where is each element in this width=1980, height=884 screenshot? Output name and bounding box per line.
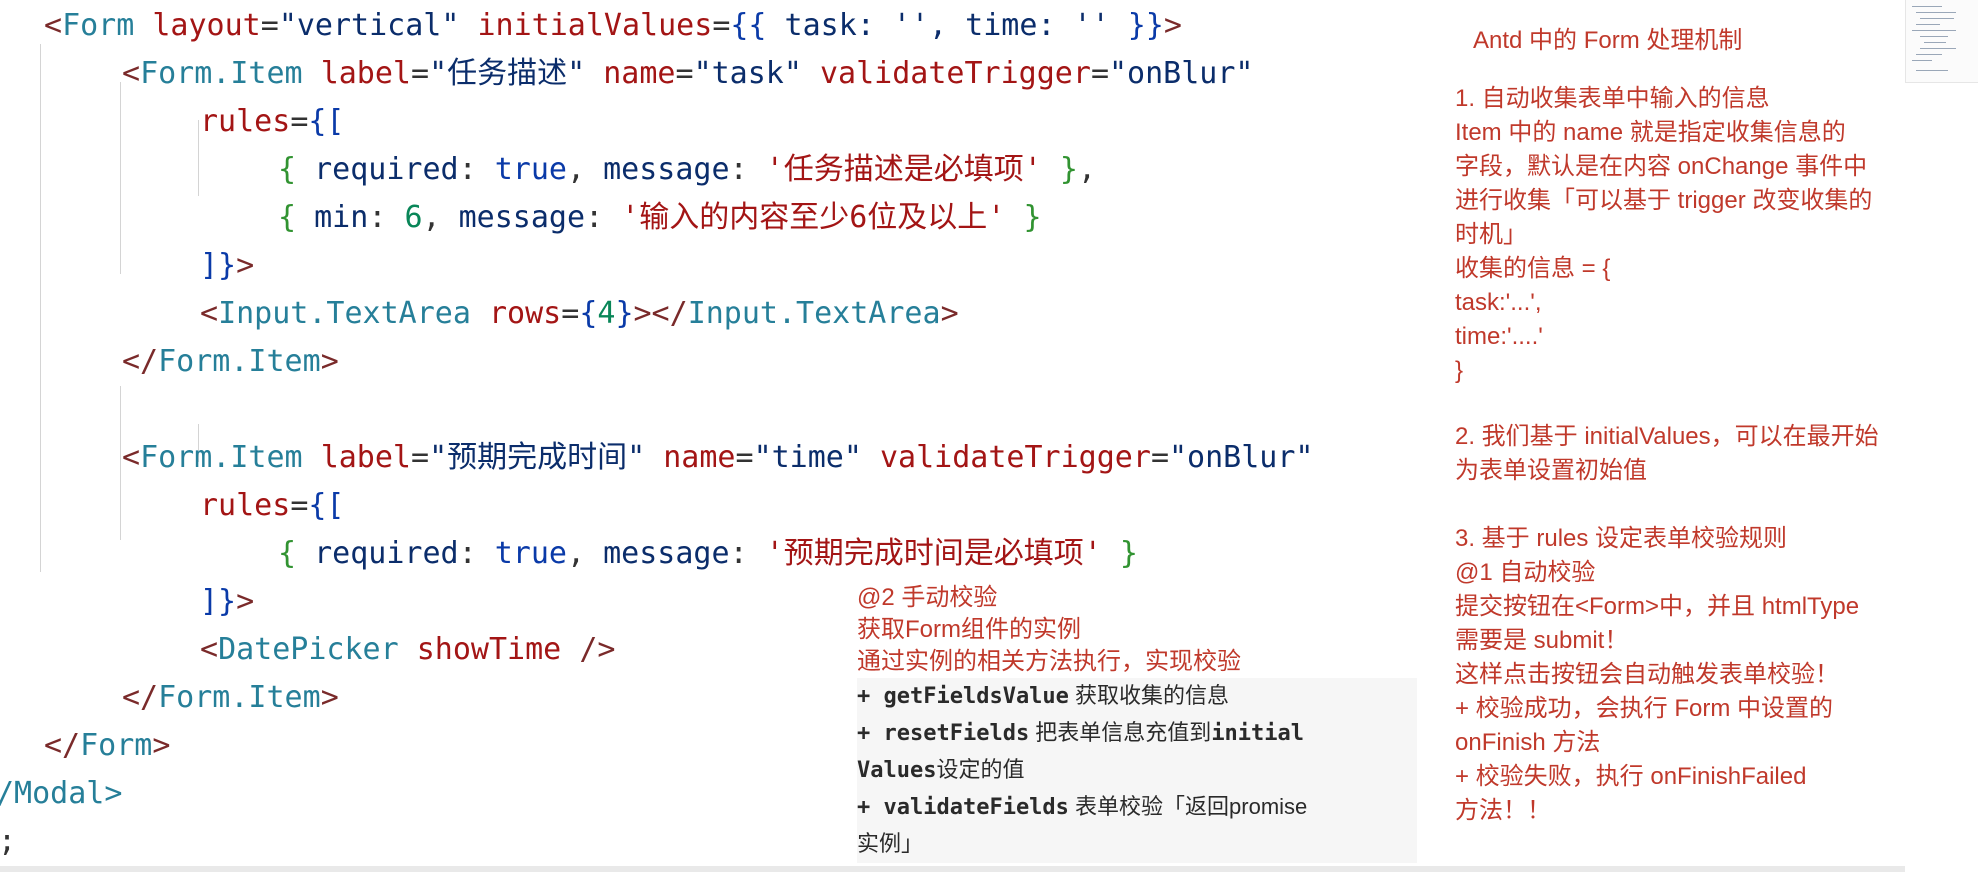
- code-line-datepicker: <DatePicker showTime />: [200, 632, 616, 667]
- code-line-modal-close: /Modal>: [0, 776, 123, 811]
- code-line-item1-open: <Form.Item label="任务描述" name="task" vali…: [122, 56, 1254, 91]
- code-line-rule-required-time: { required: true, message: '预期完成时间是必填项' …: [278, 536, 1138, 571]
- note-line: 获取Form组件的实例: [857, 616, 1081, 643]
- code-line-rule-required-task: { required: true, message: '任务描述是必填项' },: [278, 152, 1096, 187]
- note-heading: @2 手动校验: [857, 584, 998, 611]
- notes-line: 需要是 submit！: [1455, 627, 1629, 654]
- method-validatefields: + validateFields 表单校验「返回promise: [857, 789, 1417, 826]
- code-line-form-open: <Form layout="vertical" initialValues={{…: [44, 8, 1182, 43]
- minimap-line: [1920, 48, 1956, 49]
- bottom-scrollbar[interactable]: [0, 866, 1905, 872]
- notes-line: 1. 自动收集表单中输入的信息: [1455, 85, 1770, 112]
- minimap-line: [1916, 70, 1948, 71]
- notes-line: 为表单设置初始值: [1455, 457, 1647, 484]
- notes-line: + 校验成功，会执行 Form 中设置的: [1455, 695, 1834, 722]
- minimap-line: [1924, 42, 1946, 43]
- method-resetfields-cont: Values设定的值: [857, 752, 1417, 789]
- notes-line: Item 中的 name 就是指定收集信息的: [1455, 119, 1846, 146]
- indent-guide: [198, 120, 199, 196]
- minimap-line: [1920, 18, 1954, 19]
- notes-line: 3. 基于 rules 设定表单校验规则: [1455, 525, 1788, 552]
- minimap-line: [1916, 12, 1956, 13]
- code-line-rules2: rules={[: [200, 488, 345, 523]
- notes-line: onFinish 方法: [1455, 729, 1601, 756]
- notes-line: task:'...',: [1455, 289, 1542, 316]
- indent-guide: [40, 44, 41, 572]
- notes-line: time:'....': [1455, 323, 1543, 350]
- notes-line: 方法！！: [1455, 797, 1551, 824]
- code-line-rules2-close: ]}>: [200, 584, 255, 619]
- method-resetfields: + resetFields 把表单信息充值到initial: [857, 715, 1417, 752]
- minimap-line: [1912, 6, 1942, 7]
- code-line-item2-open: <Form.Item label="预期完成时间" name="time" va…: [122, 440, 1314, 475]
- method-getfieldsvalue: + getFieldsValue 获取收集的信息: [857, 678, 1417, 715]
- notes-title: Antd 中的 Form 处理机制: [1473, 27, 1743, 54]
- notes-line: @1 自动校验: [1455, 559, 1596, 586]
- notes-line: 提交按钮在<Form>中，并且 htmlType: [1455, 593, 1860, 620]
- minimap-line: [1916, 54, 1942, 55]
- notes-line: 字段，默认是在内容 onChange 事件中: [1455, 153, 1868, 180]
- code-line-item1-close: </Form.Item>: [122, 344, 339, 379]
- code-line-rules1: rules={[: [200, 104, 345, 139]
- code-line-tail: ;: [0, 820, 16, 864]
- method-validatefields-cont: 实例」: [857, 826, 1417, 863]
- note-line: 通过实例的相关方法执行，实现校验: [857, 648, 1241, 675]
- notes-line: 时机」: [1455, 221, 1527, 248]
- minimap-line: [1920, 36, 1948, 37]
- minimap-line: [1912, 60, 1932, 61]
- code-line-textarea: <Input.TextArea rows={4}></Input.TextAre…: [200, 296, 959, 331]
- notes-line: 2. 我们基于 initialValues，可以在最开始: [1455, 423, 1879, 450]
- code-line-rule-min: { min: 6, message: '输入的内容至少6位及以上' }: [278, 200, 1042, 235]
- notes-line: 这样点击按钮会自动触发表单校验！: [1455, 661, 1839, 688]
- notes-line: }: [1455, 357, 1464, 384]
- minimap-line: [1912, 30, 1956, 31]
- indent-guide: [120, 386, 121, 540]
- code-line-rules1-close: ]}>: [200, 248, 255, 283]
- indent-guide: [120, 82, 121, 274]
- manual-validation-note: @2 手动校验 获取Form组件的实例 通过实例的相关方法执行，实现校验 + g…: [857, 582, 1417, 863]
- notes-line: + 校验失败，执行 onFinishFailed: [1455, 763, 1807, 790]
- code-line-form-close: </Form>: [44, 728, 171, 763]
- code-minimap[interactable]: [1905, 0, 1978, 83]
- code-line-item2-close: </Form.Item>: [122, 680, 339, 715]
- notes-line: 收集的信息 = {: [1455, 255, 1611, 282]
- notes-line: 进行收集「可以基于 trigger 改变收集的: [1455, 187, 1873, 214]
- minimap-line: [1916, 24, 1940, 25]
